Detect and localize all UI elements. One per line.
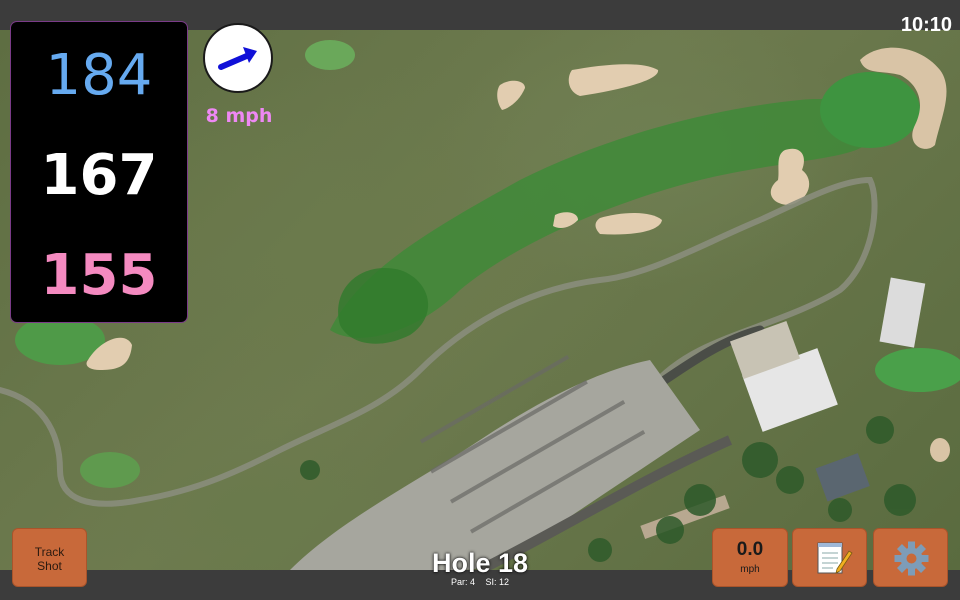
back-distance: 184 bbox=[45, 43, 153, 108]
hole-title: Hole 18 bbox=[431, 548, 529, 578]
hole-par: Par: 4 bbox=[450, 577, 475, 587]
track-shot-button[interactable]: Track Shot bbox=[12, 528, 87, 587]
wind-arrow-icon bbox=[218, 47, 257, 70]
center-distance: 167 bbox=[40, 143, 158, 208]
wind-direction-dial bbox=[203, 23, 273, 93]
speed-button[interactable]: 0.0 mph bbox=[712, 528, 788, 587]
scorecard-notes-button[interactable] bbox=[792, 528, 867, 587]
track-shot-label-1: Track bbox=[34, 545, 65, 559]
track-shot-label-2: Shot bbox=[37, 559, 62, 573]
clock: 10:10 bbox=[900, 14, 952, 36]
hole-stroke-index: SI: 12 bbox=[485, 577, 510, 587]
wind-speed: 8 mph bbox=[205, 105, 273, 127]
settings-button[interactable] bbox=[873, 528, 948, 587]
speed-unit: mph bbox=[740, 564, 760, 575]
gear-icon bbox=[894, 541, 929, 576]
hole-info: Par: 4 SI: 12 bbox=[400, 577, 560, 587]
yardage-panel[interactable]: 184 167 155 bbox=[11, 22, 187, 322]
front-distance: 155 bbox=[40, 243, 158, 308]
speed-value: 0.0 bbox=[736, 539, 764, 560]
notepad-icon bbox=[817, 542, 853, 574]
